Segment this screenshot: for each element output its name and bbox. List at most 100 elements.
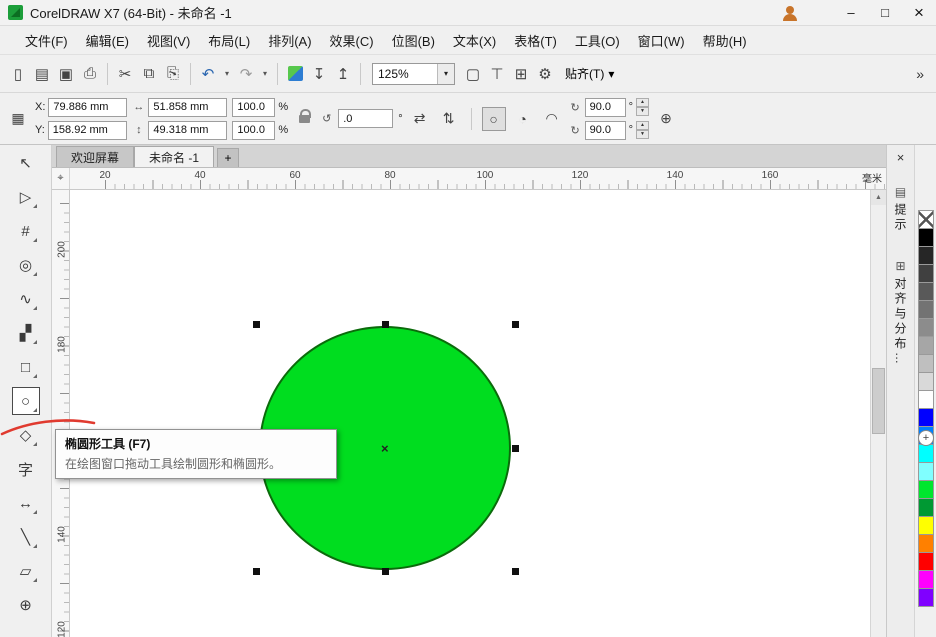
zoom-level-combobox[interactable]: 125% ▾ <box>372 63 455 85</box>
pick-tool[interactable]: ↖ <box>12 149 40 177</box>
color-swatch[interactable] <box>918 246 934 265</box>
scale-x-field[interactable]: 100.0 <box>232 98 275 117</box>
object-height-field[interactable]: 49.318 mm <box>148 121 227 140</box>
rotation-angle-field[interactable]: .0 <box>338 109 393 128</box>
menu-edit[interactable]: 编辑(E) <box>77 27 138 54</box>
color-swatch[interactable] <box>918 444 934 463</box>
color-swatch[interactable] <box>918 552 934 571</box>
menu-arrange[interactable]: 排列(A) <box>259 27 320 54</box>
color-swatch[interactable] <box>918 570 934 589</box>
new-document-button[interactable]: ▯ <box>6 61 30 87</box>
mirror-horizontal-button[interactable]: ⇄ <box>408 107 432 131</box>
options-button[interactable]: ⚙ <box>533 61 557 87</box>
color-swatch[interactable] <box>918 462 934 481</box>
selection-handle-top-center[interactable] <box>382 321 389 328</box>
start-angle-down-button[interactable]: ▼ <box>636 107 649 116</box>
color-swatch[interactable] <box>918 372 934 391</box>
undo-dropdown-button[interactable]: ▾ <box>220 61 234 87</box>
arc-mode-button[interactable]: ◠ <box>540 107 564 131</box>
color-swatch[interactable] <box>918 408 934 427</box>
color-swatch[interactable] <box>918 588 934 607</box>
text-tool[interactable]: 字 <box>12 455 40 483</box>
menu-tools[interactable]: 工具(O) <box>566 27 629 54</box>
selection-handle-middle-right[interactable] <box>512 445 519 452</box>
crop-tool[interactable]: # <box>12 217 40 245</box>
snap-to-button[interactable]: 贴齐(T) ▾ <box>557 61 622 87</box>
redo-button[interactable]: ↷ <box>234 61 258 87</box>
mirror-vertical-button[interactable]: ⇅ <box>437 107 461 131</box>
print-button[interactable]: ⎙ <box>78 61 102 87</box>
menu-view[interactable]: 视图(V) <box>138 27 199 54</box>
selection-handle-top-right[interactable] <box>512 321 519 328</box>
docker-tab-hints[interactable]: ▤ 提示 <box>889 178 912 240</box>
maximize-button[interactable]: □ <box>868 0 902 25</box>
ellipse-tool[interactable]: ○ <box>12 387 40 415</box>
color-swatch[interactable] <box>918 534 934 553</box>
connector-tool[interactable]: ╲ <box>12 523 40 551</box>
paste-button[interactable]: ⎘ <box>161 61 185 87</box>
polygon-tool[interactable]: ◇ <box>12 421 40 449</box>
color-swatch[interactable] <box>918 228 934 247</box>
cut-button[interactable]: ✂ <box>113 61 137 87</box>
drop-shadow-tool[interactable]: ▱ <box>12 557 40 585</box>
export-button[interactable]: ↥ <box>331 61 355 87</box>
x-position-field[interactable]: 79.886 mm <box>48 98 127 117</box>
selection-handle-bottom-center[interactable] <box>382 568 389 575</box>
object-width-field[interactable]: 51.858 mm <box>148 98 227 117</box>
lock-ratio-button[interactable] <box>293 102 315 136</box>
start-angle-up-button[interactable]: ▲ <box>636 98 649 107</box>
zoom-tool[interactable]: ◎ <box>12 251 40 279</box>
color-swatch[interactable] <box>918 390 934 409</box>
artistic-media-tool[interactable]: ▞ <box>12 319 40 347</box>
color-swatch[interactable] <box>918 354 934 373</box>
menu-window[interactable]: 窗口(W) <box>629 27 694 54</box>
toolbar-overflow-button[interactable]: » <box>910 66 930 82</box>
color-swatch[interactable] <box>918 498 934 517</box>
save-button[interactable]: ▣ <box>54 61 78 87</box>
menu-file[interactable]: 文件(F) <box>16 27 77 54</box>
user-account-icon[interactable] <box>782 5 798 21</box>
color-swatch[interactable] <box>918 336 934 355</box>
zoom-dropdown-arrow-icon[interactable]: ▾ <box>437 64 454 84</box>
color-swatch[interactable] <box>918 282 934 301</box>
show-grid-button[interactable]: ⊞ <box>509 61 533 87</box>
minimize-button[interactable]: – <box>834 0 868 25</box>
menu-table[interactable]: 表格(T) <box>505 27 566 54</box>
shape-tool[interactable]: ▷ <box>12 183 40 211</box>
show-rulers-button[interactable]: ⊤ <box>485 61 509 87</box>
dimension-tool[interactable]: ↔ <box>12 489 40 517</box>
scroll-up-button[interactable]: ▲ <box>871 190 886 205</box>
more-tools-button[interactable]: ⊕ <box>12 591 40 619</box>
selection-handle-bottom-left[interactable] <box>253 568 260 575</box>
end-angle-up-button[interactable]: ▲ <box>636 121 649 130</box>
menu-bitmaps[interactable]: 位图(B) <box>383 27 444 54</box>
import-button[interactable]: ↧ <box>307 61 331 87</box>
redo-dropdown-button[interactable]: ▾ <box>258 61 272 87</box>
freehand-tool[interactable]: ∿ <box>12 285 40 313</box>
selection-handle-bottom-right[interactable] <box>512 568 519 575</box>
color-swatch[interactable] <box>918 318 934 337</box>
object-position-button[interactable]: ▦ <box>6 107 30 131</box>
tab-untitled-1[interactable]: 未命名 -1 <box>134 146 214 167</box>
fullscreen-preview-button[interactable]: ▢ <box>461 61 485 87</box>
drawing-canvas[interactable]: × <box>70 190 870 637</box>
start-angle-field[interactable]: 90.0 <box>585 98 626 117</box>
color-swatch[interactable] <box>918 516 934 535</box>
scale-y-field[interactable]: 100.0 <box>232 121 275 140</box>
object-center-mark-icon[interactable]: × <box>381 442 389 455</box>
rectangle-tool[interactable]: □ <box>12 353 40 381</box>
new-document-tab-button[interactable]: + <box>217 148 239 167</box>
undo-button[interactable]: ↶ <box>196 61 220 87</box>
docker-tab-align-distribute[interactable]: ⊞ 对齐与分布… <box>889 252 912 374</box>
copy-button[interactable]: ⧉ <box>137 61 161 87</box>
menu-effects[interactable]: 效果(C) <box>321 27 383 54</box>
tab-welcome-screen[interactable]: 欢迎屏幕 <box>56 146 134 167</box>
quick-customize-button[interactable]: ⊕ <box>654 107 678 131</box>
no-color-swatch[interactable] <box>918 210 934 229</box>
end-angle-field[interactable]: 90.0 <box>585 121 626 140</box>
open-button[interactable]: ▤ <box>30 61 54 87</box>
close-button[interactable]: × <box>902 0 936 25</box>
scrollbar-thumb[interactable] <box>872 368 885 434</box>
ellipse-mode-button[interactable]: ○ <box>482 107 506 131</box>
search-content-button[interactable] <box>283 61 307 87</box>
